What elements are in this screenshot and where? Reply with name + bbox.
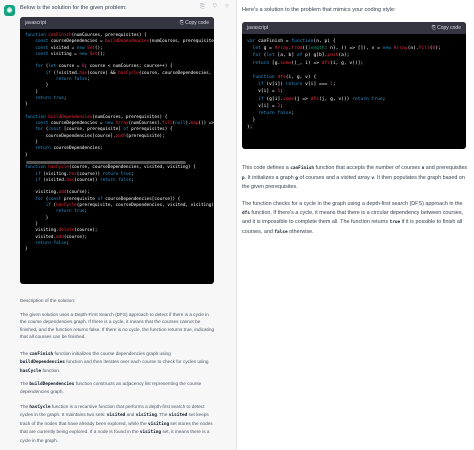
- right-intro-text: Here's a solution to the problem that mi…: [242, 7, 396, 13]
- left-code-block: javascript ⎘ Copy code function canFinis…: [20, 17, 214, 284]
- left-paragraph-3: The buildDependencies function construct…: [20, 381, 202, 395]
- inline-code: hasCycle: [20, 368, 42, 374]
- left-code-header: javascript ⎘ Copy code: [20, 17, 214, 29]
- left-copy-code-button[interactable]: ⎘ Copy code: [180, 17, 209, 29]
- inline-code: visited: [168, 413, 188, 419]
- left-code-language: javascript: [25, 20, 47, 26]
- inline-code: g: [295, 175, 298, 181]
- right-conversation-pane: Here's a solution to the problem that mi…: [237, 0, 474, 450]
- right-code-language: javascript: [247, 25, 269, 31]
- description-title: Description of the solution:: [20, 298, 76, 303]
- message-actions-icons[interactable]: ⎘ ♡ ♢: [200, 4, 232, 11]
- inline-code: true: [389, 220, 401, 226]
- left-conversation-pane: ✺ Below is the solution for the given pr…: [0, 0, 237, 450]
- left-paragraph-2: The canFinish function initializes the c…: [20, 351, 209, 374]
- inline-code: dfs: [242, 210, 250, 216]
- inline-code: visited: [106, 413, 126, 419]
- left-paragraph-4: The hasCycle function is a recursive fun…: [20, 404, 213, 443]
- inline-code: v: [371, 175, 375, 181]
- inline-code: visiting: [135, 413, 157, 419]
- assistant-avatar-icon: ✺: [4, 5, 15, 16]
- inline-code: hasCycle: [29, 405, 51, 410]
- right-code-header: javascript ⎘ Copy code: [242, 22, 466, 34]
- inline-code: visiting: [147, 421, 170, 427]
- right-code-content: var canFinish = function(n, p) { let g =…: [247, 39, 441, 131]
- left-paragraph-1: The given solution uses a Depth-First Se…: [20, 312, 215, 340]
- inline-code: false: [274, 229, 288, 235]
- inline-code: p: [242, 175, 245, 181]
- right-paragraph-2: The function checks for a cycle in the g…: [242, 201, 464, 235]
- inline-code: buildDependencies: [29, 382, 75, 387]
- inline-code: visiting: [139, 430, 162, 436]
- inline-code: n: [421, 166, 425, 171]
- left-intro-text: Below is the solution for the given prob…: [20, 5, 127, 11]
- left-code-scrollbar-1[interactable]: [26, 161, 186, 164]
- left-code-content: function canFinish(numCourses, prerequis…: [25, 33, 214, 253]
- inline-code: buildDependencies: [20, 360, 65, 366]
- right-paragraph-1: This code defines a canFinish function t…: [242, 165, 468, 191]
- inline-code: canFinish: [290, 166, 315, 171]
- right-code-block: javascript ⎘ Copy code var canFinish = f…: [242, 22, 466, 149]
- right-copy-code-button[interactable]: ⎘ Copy code: [432, 22, 461, 34]
- inline-code: canFinish: [29, 352, 54, 357]
